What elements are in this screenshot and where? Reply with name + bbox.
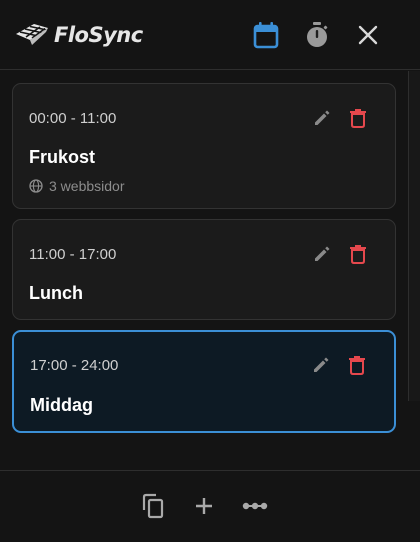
copy-icon bbox=[142, 493, 164, 519]
schedule-time: 17:00 - 24:00 bbox=[30, 357, 119, 374]
app-footer bbox=[0, 470, 420, 542]
website-count: 3 webbsidor bbox=[49, 178, 125, 194]
trash-icon bbox=[350, 109, 366, 128]
trash-icon bbox=[349, 356, 365, 375]
edit-button[interactable] bbox=[309, 105, 335, 131]
pencil-icon bbox=[315, 246, 330, 261]
calendar-icon bbox=[253, 22, 279, 49]
schedule-title: Frukost bbox=[29, 147, 96, 167]
edit-button[interactable] bbox=[308, 352, 334, 378]
more-icon bbox=[242, 502, 268, 510]
schedule-title: Middag bbox=[30, 395, 93, 415]
edit-button[interactable] bbox=[309, 241, 335, 267]
stopwatch-icon bbox=[307, 22, 328, 47]
trash-icon bbox=[350, 245, 366, 264]
delete-button[interactable] bbox=[344, 352, 370, 378]
app-header: FloSync bbox=[0, 0, 420, 70]
close-button[interactable] bbox=[353, 20, 383, 50]
schedule-title: Lunch bbox=[29, 283, 83, 303]
globe-icon bbox=[29, 179, 43, 193]
app-logo: FloSync bbox=[14, 18, 143, 52]
delete-button[interactable] bbox=[345, 241, 371, 267]
schedule-card-lunch[interactable]: 11:00 - 17:00 Lunch bbox=[12, 219, 396, 320]
scrollbar-track[interactable] bbox=[408, 71, 420, 401]
pencil-icon bbox=[315, 110, 330, 125]
close-icon bbox=[358, 25, 378, 45]
more-options-button[interactable] bbox=[240, 491, 270, 521]
calendar-button[interactable] bbox=[251, 20, 281, 50]
schedule-time: 11:00 - 17:00 bbox=[29, 246, 117, 263]
pencil-icon bbox=[314, 357, 329, 372]
duplicate-button[interactable] bbox=[138, 491, 168, 521]
flosync-logo-icon bbox=[16, 24, 48, 45]
schedule-card-frukost[interactable]: 00:00 - 11:00 Frukost 3 webbsidor bbox=[12, 83, 396, 209]
schedule-meta: 3 webbsidor bbox=[29, 178, 125, 194]
plus-icon bbox=[196, 498, 212, 514]
app-name: FloSync bbox=[54, 23, 143, 47]
timer-button[interactable] bbox=[302, 20, 332, 50]
add-schedule-button[interactable] bbox=[189, 491, 219, 521]
schedule-list: 00:00 - 11:00 Frukost 3 webbsidor 11:00 … bbox=[0, 71, 408, 469]
delete-button[interactable] bbox=[345, 105, 371, 131]
schedule-card-middag[interactable]: 17:00 - 24:00 Middag bbox=[12, 330, 396, 433]
schedule-time: 00:00 - 11:00 bbox=[29, 110, 117, 127]
